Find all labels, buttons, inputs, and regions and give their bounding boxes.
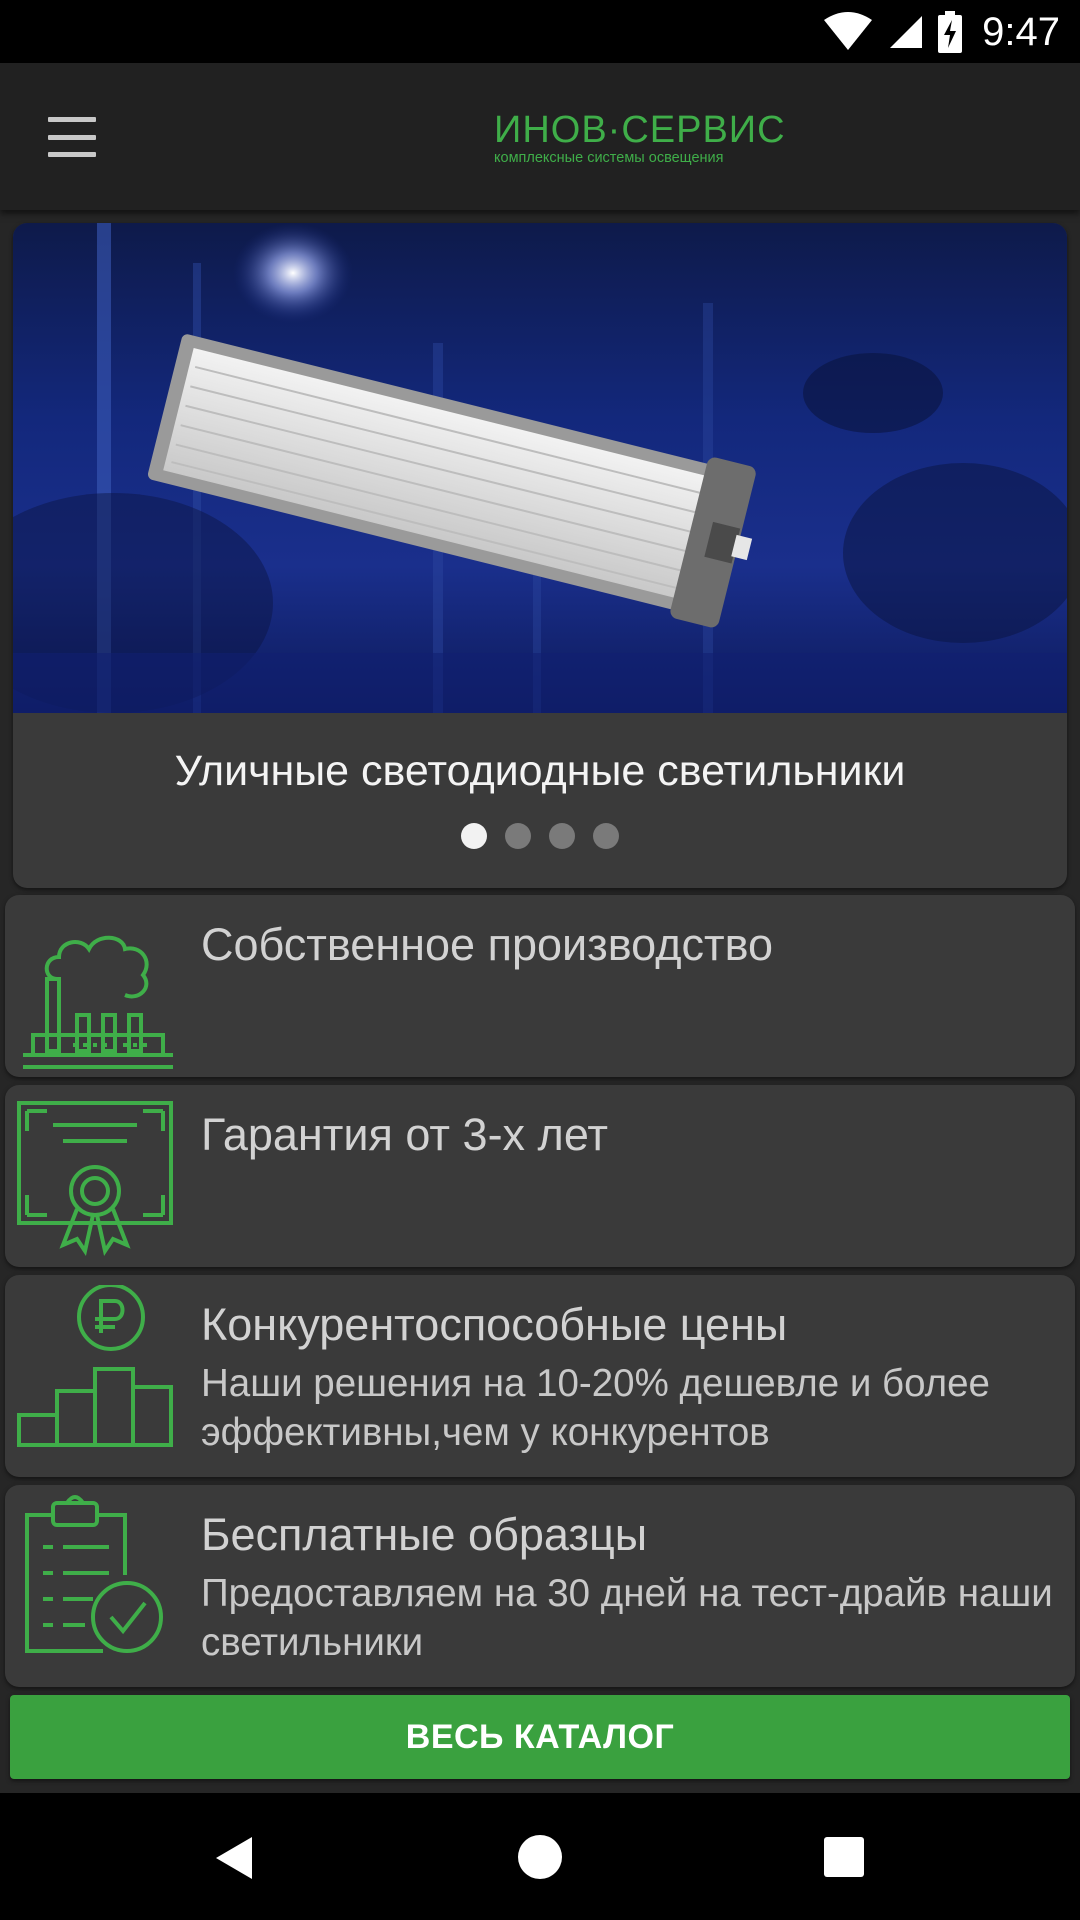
status-bar: 9:47 (0, 0, 1080, 63)
feature-title: Собственное производство (201, 919, 774, 970)
banner-title: Уличные светодиодные светильники (174, 747, 906, 795)
content: Уличные светодиодные светильники Собстве… (0, 210, 1080, 1793)
carousel-dot-4[interactable] (593, 823, 619, 849)
feature-title: Конкурентоспособные цены (201, 1299, 788, 1350)
carousel-dot-2[interactable] (505, 823, 531, 849)
back-icon[interactable] (214, 1835, 254, 1881)
ruble-price-chart-icon (17, 1285, 173, 1447)
feature-description: Наши решения на 10-20% дешевле и более э… (201, 1362, 990, 1454)
feature-card-samples[interactable]: Бесплатные образцы Предоставляем на 30 д… (5, 1485, 1075, 1687)
clipboard-check-icon (25, 1495, 163, 1653)
status-icons: 9:47 (822, 8, 1060, 56)
street-light-product-image (13, 223, 1067, 713)
logo-title: ИНОВ·СЕРВИС (494, 109, 786, 151)
logo: ИНОВ·СЕРВИС комплексные системы освещени… (494, 109, 786, 167)
feature-description: Предоставляем на 30 дней на тест-драйв н… (201, 1572, 1053, 1664)
banner-carousel[interactable]: Уличные светодиодные светильники (13, 223, 1067, 888)
recents-icon[interactable] (824, 1837, 864, 1877)
feature-title: Бесплатные образцы (201, 1509, 648, 1560)
menu-button[interactable] (36, 109, 108, 165)
battery-charging-icon (938, 11, 963, 53)
carousel-dot-1[interactable] (461, 823, 487, 849)
wifi-icon (824, 12, 873, 50)
banner-image (13, 223, 1067, 713)
certificate-icon (17, 1101, 173, 1257)
feature-card-warranty[interactable]: Гарантия от 3-х лет (5, 1085, 1075, 1267)
cellular-signal-icon (890, 16, 923, 48)
factory-icon (23, 935, 173, 1069)
catalog-button[interactable]: ВЕСЬ КАТАЛОГ (10, 1695, 1070, 1779)
feature-card-production[interactable]: Собственное производство (5, 895, 1075, 1077)
hamburger-menu-icon (48, 117, 96, 122)
feature-card-prices[interactable]: Конкурентоспособные цены Наши решения на… (5, 1275, 1075, 1477)
logo-subtitle: комплексные системы освещения (494, 150, 724, 166)
carousel-indicators (13, 823, 1067, 849)
navigation-bar (0, 1793, 1080, 1920)
app-bar: ИНОВ·СЕРВИС комплексные системы освещени… (0, 63, 1080, 210)
feature-title: Гарантия от 3-х лет (201, 1109, 608, 1160)
carousel-dot-3[interactable] (549, 823, 575, 849)
home-icon[interactable] (518, 1835, 562, 1879)
clock: 9:47 (982, 9, 1060, 54)
